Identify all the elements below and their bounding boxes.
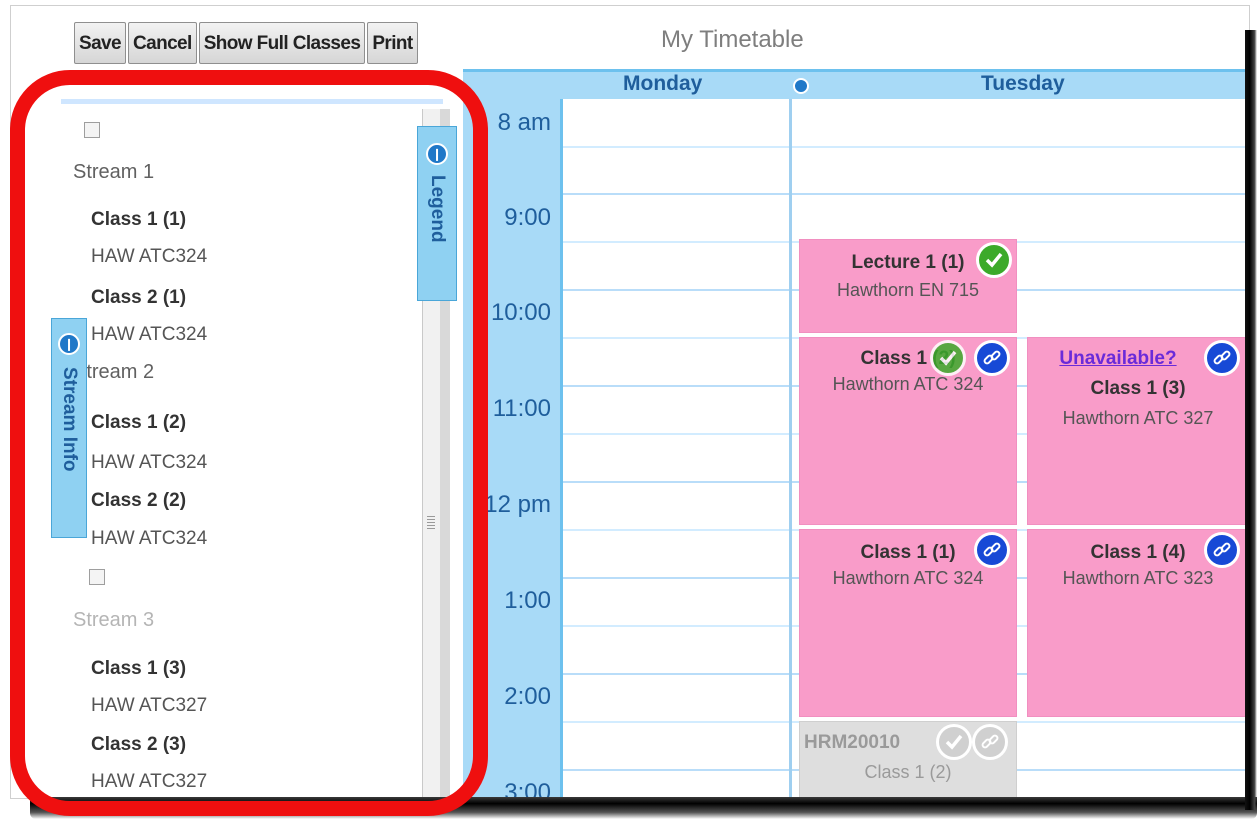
legend-tab[interactable]: ❙ Legend [417, 126, 457, 301]
page-shadow-right [1245, 30, 1257, 810]
event-lecture-1[interactable]: Lecture 1 (1) Hawthorn EN 715 [799, 239, 1017, 333]
day-header-tuesday: Tuesday [981, 72, 1065, 95]
stream-1-checkbox[interactable] [84, 122, 100, 138]
event-class-1-1[interactable]: Class 1 (1) Hawthorn ATC 324 [799, 529, 1017, 717]
time-label-1: 1:00 [504, 587, 551, 614]
cancel-button[interactable]: Cancel [127, 22, 197, 64]
time-label-11: 11:00 [492, 395, 551, 422]
event-room: Hawthorn ATC 323 [1062, 568, 1214, 588]
grid-line [563, 193, 1249, 195]
stream-3-class-2: Class 2 (3) [91, 734, 187, 755]
link-icon[interactable] [1204, 340, 1240, 376]
grid-line [563, 146, 1249, 148]
event-room: Hawthorn ATC 327 [1062, 408, 1214, 428]
time-column: 8 am 9:00 10:00 11:00 12 pm 1:00 2:00 3:… [463, 99, 563, 799]
unavailable-link[interactable]: Unavailable? [1028, 348, 1208, 370]
time-label-10: 10:00 [490, 299, 551, 326]
time-label-2: 2:00 [504, 683, 551, 710]
event-class-1-3[interactable]: Unavailable? Class 1 (3) Hawthorn ATC 32… [1027, 337, 1249, 525]
event-hrm20010[interactable]: HRM20010 Class 1 (2) [799, 721, 1017, 798]
collapse-day-icon[interactable] [793, 78, 809, 94]
stream-info-tab-label: Stream Info [59, 367, 80, 472]
stream-3-class-1-room: HAW ATC327 [91, 695, 208, 716]
stream-info-tab[interactable]: ❙ Stream Info [51, 318, 87, 538]
stream-1-class-1: Class 1 (1) [91, 209, 187, 230]
check-icon [976, 242, 1012, 278]
toolbar: Save Cancel Show Full Classes Print [74, 22, 418, 64]
event-room: Hawthorn ATC 324 [832, 568, 984, 588]
scrollbar-grip[interactable] [427, 516, 435, 530]
stream-3-class-1: Class 1 (3) [91, 658, 187, 679]
event-class-1-2[interactable]: Class 1 (2) Hawthorn ATC 324 [799, 337, 1017, 525]
link-icon[interactable] [972, 724, 1008, 760]
time-label-9: 9:00 [504, 204, 551, 231]
stream-3-checkbox[interactable] [89, 569, 105, 585]
time-label-3: 3:00 [504, 779, 551, 799]
show-full-classes-button[interactable]: Show Full Classes [198, 22, 366, 64]
event-room: Hawthorn EN 715 [836, 280, 980, 300]
print-button[interactable]: Print [367, 22, 418, 64]
check-icon [936, 724, 972, 760]
event-title: Class 1 (3) [1090, 378, 1186, 399]
stream-1-class-2-room: HAW ATC324 [91, 324, 208, 345]
time-column-edge [560, 99, 563, 798]
save-button[interactable]: Save [74, 22, 126, 64]
check-icon [930, 340, 966, 376]
link-icon[interactable] [974, 340, 1010, 376]
link-icon[interactable] [1204, 532, 1240, 568]
panel-top-border [61, 99, 443, 104]
calendar-header [463, 69, 1249, 99]
collapse-legend-icon[interactable]: ❙ [426, 143, 448, 165]
page-title: My Timetable [661, 26, 804, 53]
link-icon[interactable] [974, 532, 1010, 568]
event-class-1-4[interactable]: Class 1 (4) Hawthorn ATC 323 [1027, 529, 1249, 717]
stream-2-class-1: Class 1 (2) [91, 412, 187, 433]
stream-2-class-2: Class 2 (2) [91, 490, 187, 511]
stream-1-class-1-room: HAW ATC324 [91, 246, 208, 267]
stream-1-class-2: Class 2 (1) [91, 287, 187, 308]
stream-2-class-2-room: HAW ATC324 [91, 528, 208, 549]
stream-2-class-1-room: HAW ATC324 [91, 452, 208, 473]
time-label-12pm: 12 pm [484, 491, 551, 518]
stream-1-label: Stream 1 [73, 161, 155, 183]
event-room: Hawthorn ATC 324 [832, 374, 984, 394]
app-window: Save Cancel Show Full Classes Print My T… [10, 5, 1250, 799]
event-room: Class 1 (2) [864, 762, 952, 782]
expand-stream-info-icon[interactable]: ❙ [58, 333, 80, 355]
page-shadow [30, 797, 1257, 819]
stream-3-class-2-room: HAW ATC327 [91, 771, 208, 792]
stream-3-label: Stream 3 [73, 609, 155, 631]
day-header-monday: Monday [623, 72, 703, 95]
legend-tab-label: Legend [427, 175, 448, 243]
timetable-calendar: Monday Tuesday 8 am 9:00 10:00 11:00 12 … [463, 69, 1249, 799]
day-separator [789, 99, 792, 798]
time-label-8am: 8 am [497, 109, 551, 136]
stream-panel [61, 99, 443, 798]
